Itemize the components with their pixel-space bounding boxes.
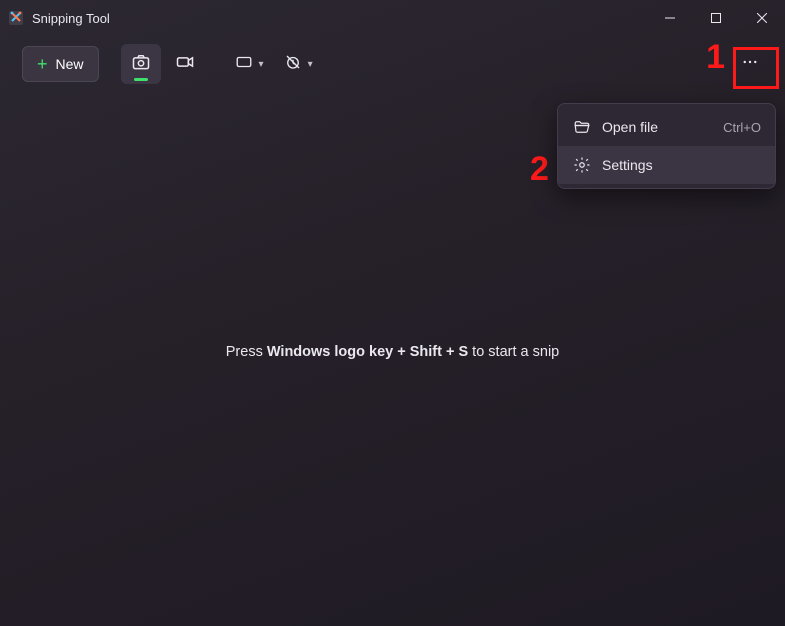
ellipsis-icon bbox=[741, 53, 759, 76]
instruction-prefix: Press bbox=[226, 344, 267, 360]
options-group: ▾ ▾ bbox=[227, 44, 321, 84]
more-button[interactable] bbox=[731, 47, 769, 81]
camera-icon bbox=[131, 52, 151, 77]
app-icon bbox=[8, 10, 24, 26]
delay-dropdown[interactable]: ▾ bbox=[276, 44, 321, 84]
capture-mode-group bbox=[121, 44, 205, 84]
plus-icon: + bbox=[37, 55, 48, 73]
gear-icon bbox=[572, 155, 592, 175]
new-button-label: New bbox=[56, 56, 84, 72]
new-button[interactable]: + New bbox=[22, 46, 99, 82]
snip-shape-dropdown[interactable]: ▾ bbox=[227, 44, 272, 84]
instruction-text: Press Windows logo key + Shift + S to st… bbox=[0, 344, 785, 360]
video-mode-button[interactable] bbox=[165, 44, 205, 84]
toolbar: + New bbox=[0, 36, 785, 92]
minimize-button[interactable] bbox=[647, 0, 693, 36]
window-controls bbox=[647, 0, 785, 36]
video-icon bbox=[175, 52, 195, 77]
maximize-button[interactable] bbox=[693, 0, 739, 36]
annotation-number-2: 2 bbox=[530, 150, 549, 189]
window-title: Snipping Tool bbox=[32, 11, 110, 26]
chevron-down-icon: ▾ bbox=[308, 59, 313, 70]
chevron-down-icon: ▾ bbox=[259, 59, 264, 70]
menu-item-label: Settings bbox=[602, 157, 761, 173]
close-button[interactable] bbox=[739, 0, 785, 36]
instruction-shortcut: Windows logo key + Shift + S bbox=[267, 344, 468, 360]
menu-item-open-file[interactable]: Open file Ctrl+O bbox=[558, 108, 775, 146]
folder-open-icon bbox=[572, 117, 592, 137]
menu-item-accel: Ctrl+O bbox=[723, 120, 761, 135]
app-window: Snipping Tool + New bbox=[0, 0, 785, 626]
menu-item-settings[interactable]: Settings bbox=[558, 146, 775, 184]
menu-item-label: Open file bbox=[602, 119, 723, 135]
titlebar: Snipping Tool bbox=[0, 0, 785, 36]
more-menu: Open file Ctrl+O Settings bbox=[557, 103, 776, 189]
photo-mode-button[interactable] bbox=[121, 44, 161, 84]
instruction-suffix: to start a snip bbox=[468, 344, 559, 360]
rect-mode-icon bbox=[235, 53, 253, 76]
no-delay-icon bbox=[284, 53, 302, 76]
